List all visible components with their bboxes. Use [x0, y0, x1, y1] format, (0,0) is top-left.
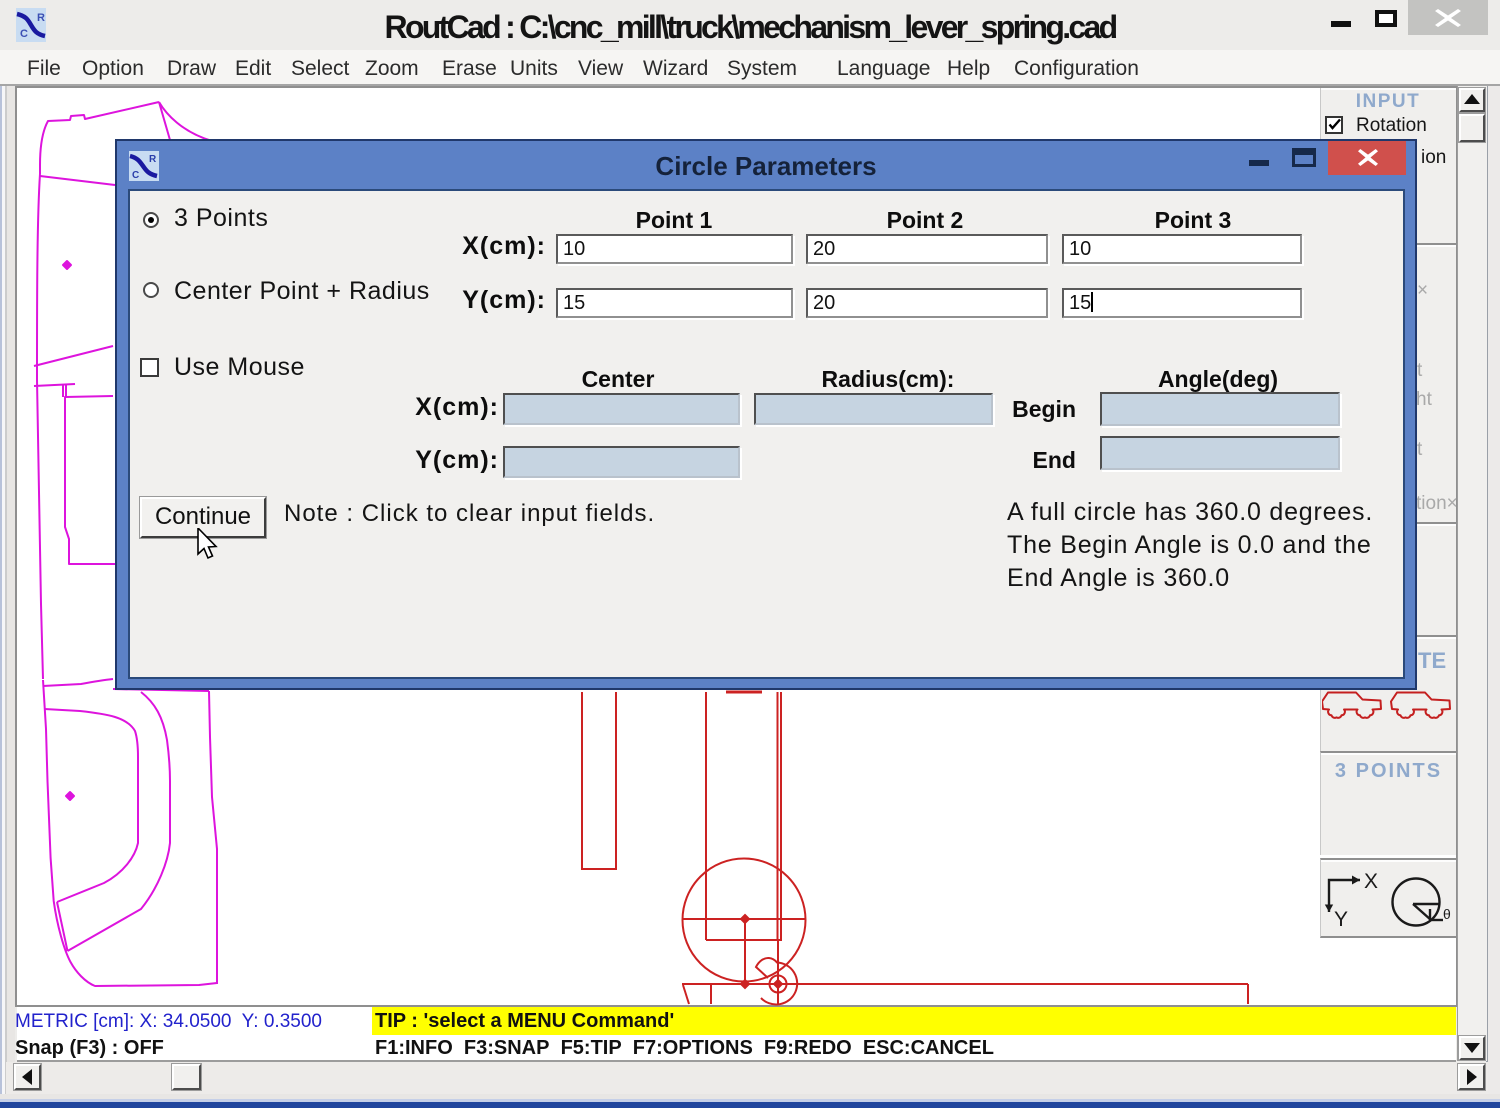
svg-text:C: C [132, 170, 139, 181]
svg-text:Y: Y [1334, 908, 1348, 930]
svg-text:R: R [149, 154, 157, 165]
svg-text:X: X [1364, 870, 1378, 893]
svg-text:θ: θ [1443, 906, 1451, 922]
